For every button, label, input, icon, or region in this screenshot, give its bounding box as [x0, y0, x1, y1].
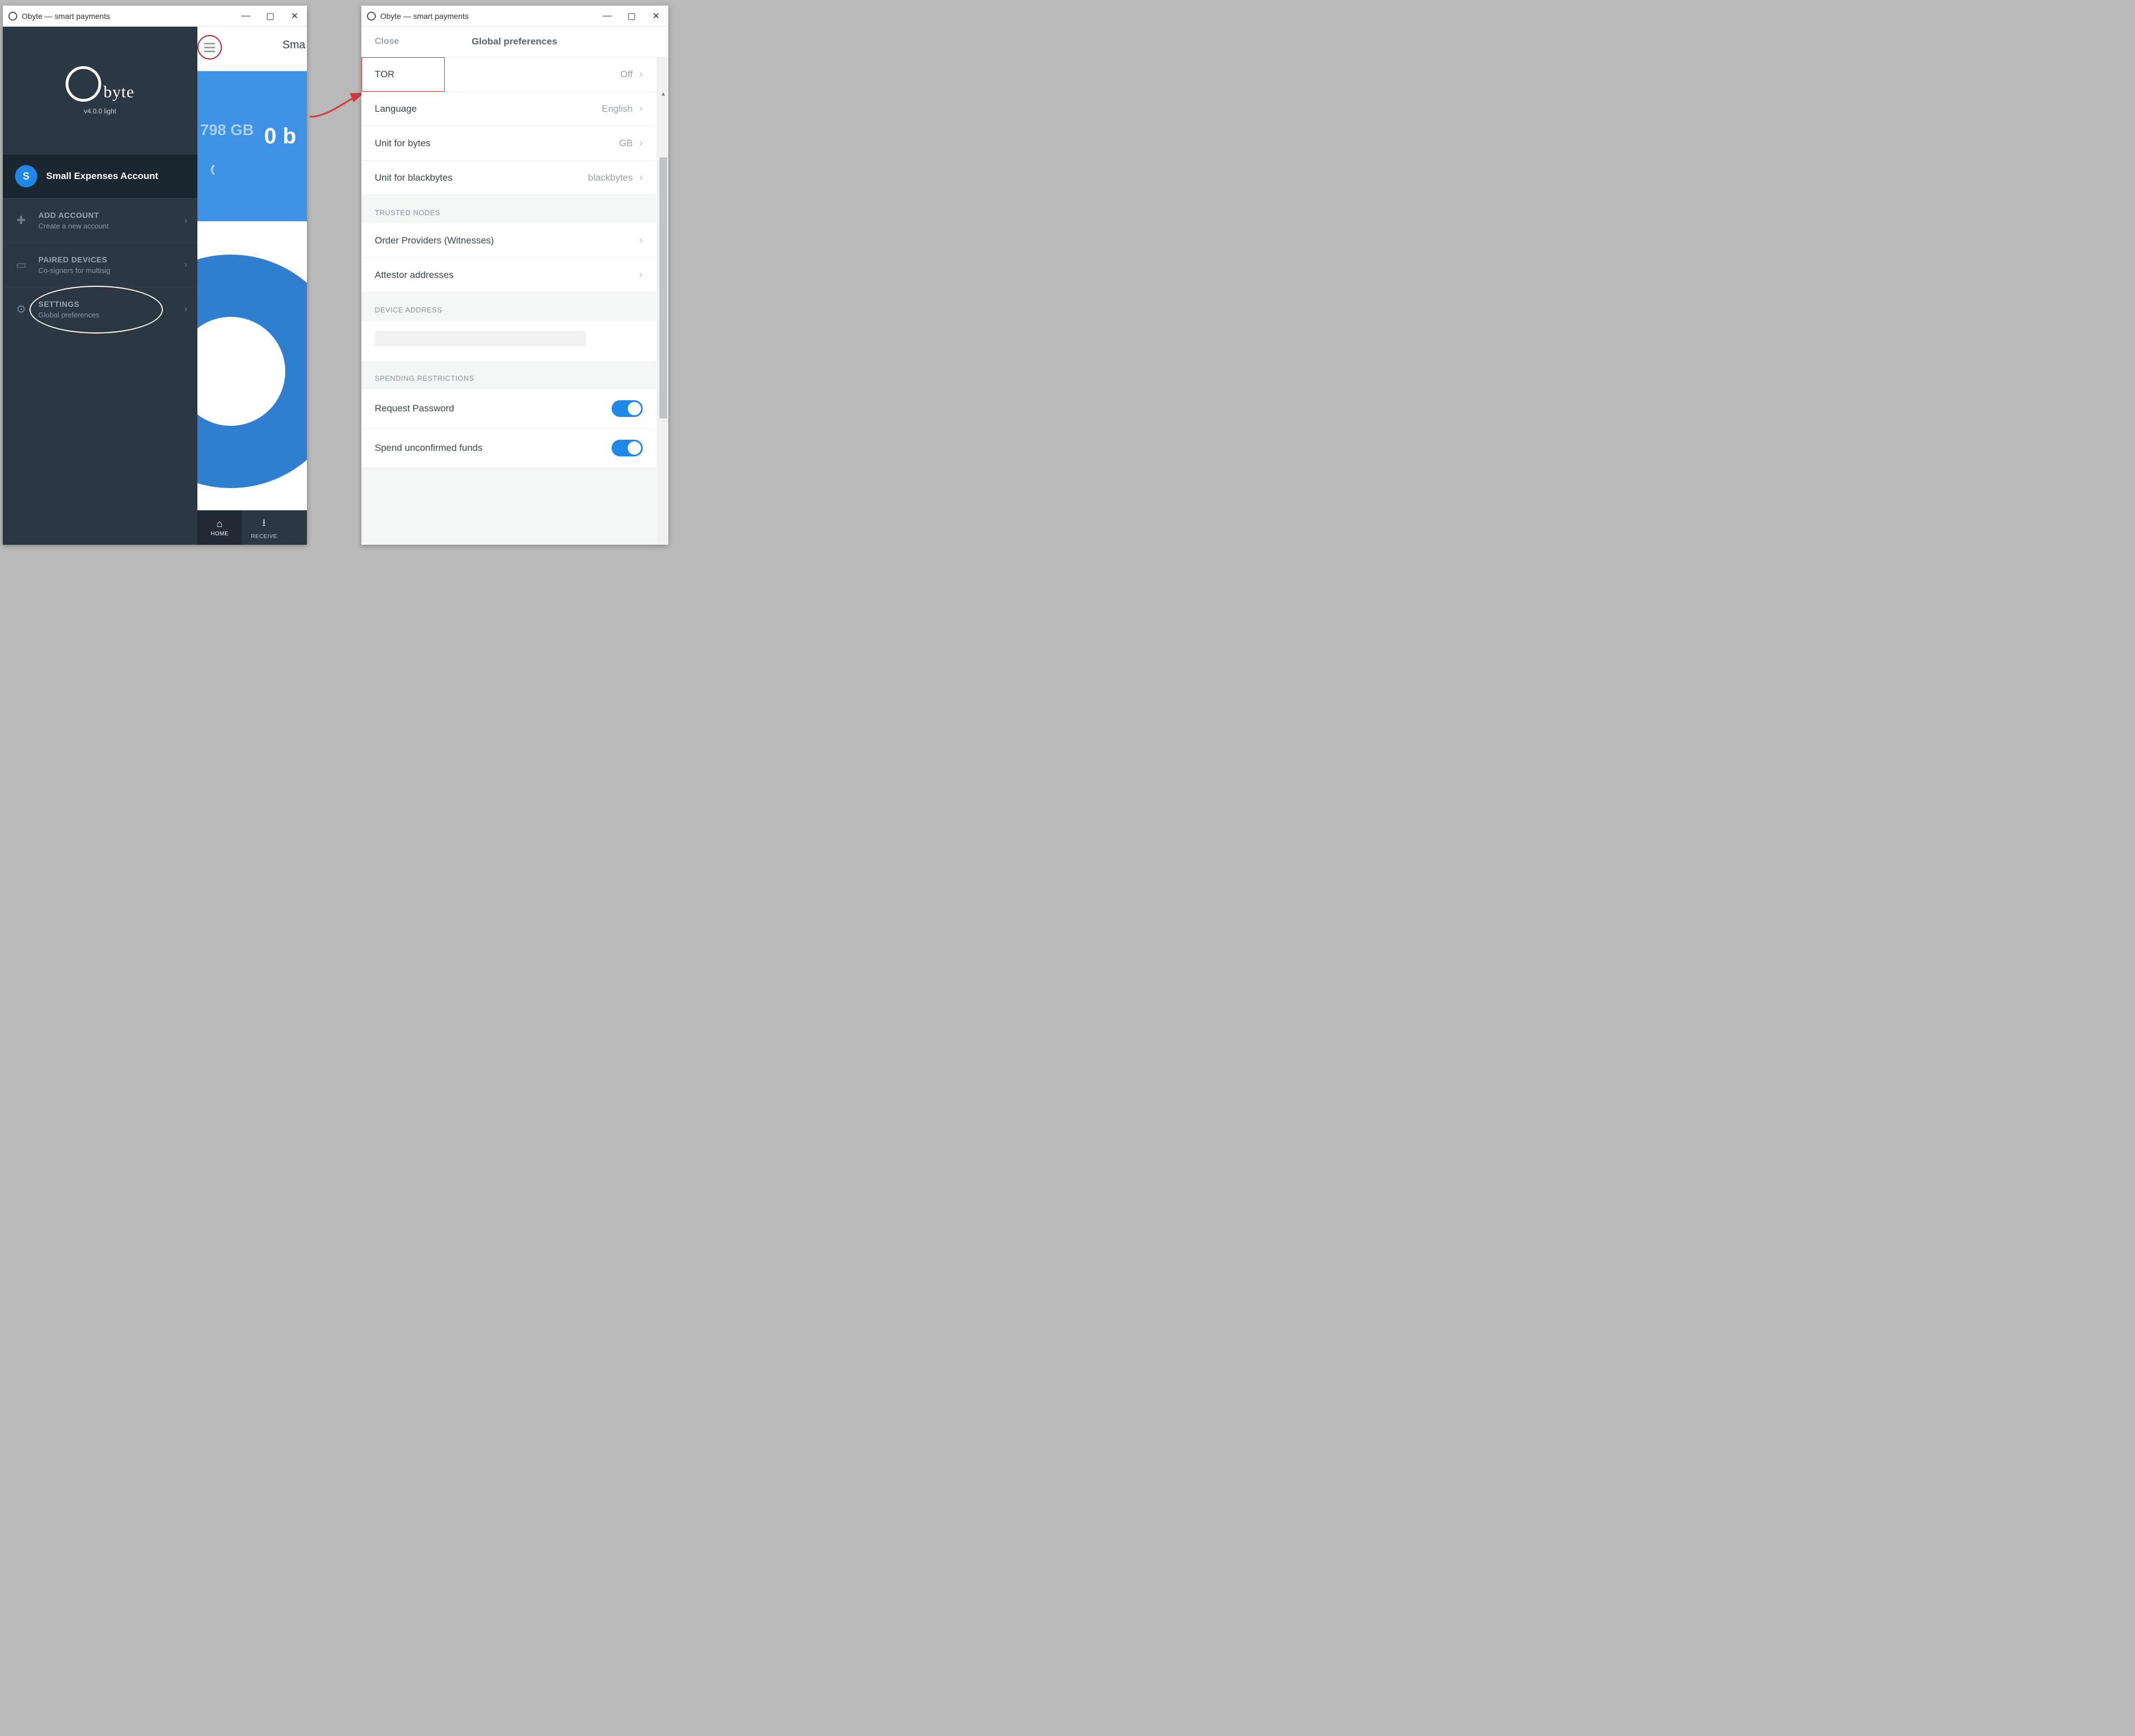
toggle-request-password[interactable]	[612, 400, 643, 417]
chevron-right-icon: ›	[639, 137, 643, 149]
scrollbar-track[interactable]: ▴	[657, 57, 668, 545]
row-attestor-addresses[interactable]: Attestor addresses ›	[361, 258, 656, 292]
account-name: Small Expenses Account	[46, 171, 158, 182]
chevron-left-icon[interactable]: ‹	[210, 155, 215, 182]
balance-zero-b: 0 b	[264, 124, 296, 149]
section-trusted-nodes: TRUSTED NODES	[361, 195, 656, 223]
row-unit-bytes-label: Unit for bytes	[375, 138, 430, 149]
close-link[interactable]: Close	[375, 37, 399, 47]
row-tor[interactable]: TOR Off ›	[361, 57, 656, 92]
row-request-password-label: Request Password	[375, 403, 454, 414]
side-drawer: byte v4.0.0 light S Small Expenses Accou…	[3, 27, 197, 545]
titlebar-left: Obyte — smart payments — ▢ ✕	[3, 6, 307, 27]
maximize-button[interactable]: ▢	[619, 6, 644, 27]
logo-area: byte v4.0.0 light	[3, 27, 197, 155]
toggle-spend-unconfirmed[interactable]	[612, 440, 643, 456]
chevron-right-icon: ›	[639, 68, 643, 80]
download-icon: ⭳	[262, 516, 266, 533]
tab-receive-label: RECEIVE	[251, 534, 277, 540]
window-obyte-preferences: Obyte — smart payments — ▢ ✕ Close Globa…	[361, 6, 668, 545]
plus-icon: ✚	[14, 213, 28, 227]
account-row[interactable]: S Small Expenses Account	[3, 155, 197, 198]
row-attestor-label: Attestor addresses	[375, 270, 454, 281]
menu-add-account-title: ADD ACCOUNT	[38, 211, 108, 220]
obyte-logo-ring	[66, 66, 101, 102]
balance-gb: 798 GB	[200, 121, 254, 139]
minimize-button[interactable]: —	[595, 6, 619, 27]
app-icon	[367, 12, 376, 21]
annotation-arrow	[307, 83, 368, 122]
close-button[interactable]: ✕	[644, 6, 668, 27]
chevron-right-icon: ›	[639, 103, 643, 115]
window-obyte-main: Obyte — smart payments — ▢ ✕ Sma 798 GB …	[3, 6, 307, 545]
window-controls-left: — ▢ ✕	[234, 6, 307, 27]
device-address-block	[361, 321, 656, 361]
row-unit-blackbytes[interactable]: Unit for blackbytes blackbytes ›	[361, 161, 656, 195]
minimize-button[interactable]: —	[234, 6, 258, 27]
menu-add-account[interactable]: ✚ ADD ACCOUNT Create a new account ›	[3, 198, 197, 242]
obyte-logo-text: byte	[103, 83, 135, 102]
account-name-partial: Sma	[282, 39, 305, 52]
tab-home[interactable]: ⌂ HOME	[197, 510, 242, 545]
close-button[interactable]: ✕	[282, 6, 307, 27]
row-order-providers-label: Order Providers (Witnesses)	[375, 235, 494, 246]
section-spending: SPENDING RESTRICTIONS	[361, 361, 656, 389]
home-icon: ⌂	[216, 518, 222, 530]
laptop-icon: ▭	[14, 258, 28, 272]
menu-add-account-sub: Create a new account	[38, 222, 108, 230]
row-language[interactable]: Language English ›	[361, 92, 656, 126]
menu-settings-title: SETTINGS	[38, 300, 100, 309]
row-unit-bytes[interactable]: Unit for bytes GB ›	[361, 126, 656, 161]
chevron-right-icon: ›	[185, 260, 187, 270]
row-unit-blackbytes-label: Unit for blackbytes	[375, 172, 453, 183]
chart-area	[197, 221, 307, 510]
row-tor-label: TOR	[375, 69, 395, 80]
version-label: v4.0.0 light	[84, 107, 116, 115]
tab-receive[interactable]: ⭳ RECEIVE	[242, 510, 286, 545]
row-request-password[interactable]: Request Password	[361, 389, 656, 429]
row-language-value: English	[602, 103, 633, 115]
tab-home-label: HOME	[211, 531, 229, 537]
app-icon	[8, 12, 17, 21]
chevron-right-icon: ›	[639, 269, 643, 281]
menu-settings[interactable]: ⚙ SETTINGS Global preferences ›	[3, 287, 197, 331]
preferences-title: Global preferences	[399, 36, 630, 47]
hamburger-menu-button[interactable]	[197, 35, 222, 59]
titlebar-right: Obyte — smart payments — ▢ ✕	[361, 6, 668, 27]
preferences-body: TOR Off › Language English › Unit for by…	[361, 57, 656, 545]
account-avatar: S	[15, 165, 37, 187]
row-unit-bytes-value: GB	[619, 138, 633, 149]
window-controls-right: — ▢ ✕	[595, 6, 668, 27]
preferences-header: Close Global preferences	[361, 27, 668, 57]
menu-settings-sub: Global preferences	[38, 311, 100, 319]
window-title-right: Obyte — smart payments	[380, 12, 469, 21]
menu-paired-devices[interactable]: ▭ PAIRED DEVICES Co-signers for multisig…	[3, 242, 197, 287]
section-device-address: DEVICE ADDRESS	[361, 292, 656, 321]
chevron-right-icon: ›	[185, 216, 187, 226]
gear-icon: ⚙	[14, 302, 28, 316]
row-order-providers[interactable]: Order Providers (Witnesses) ›	[361, 223, 656, 258]
row-spend-unconfirmed[interactable]: Spend unconfirmed funds	[361, 429, 656, 468]
menu-paired-title: PAIRED DEVICES	[38, 255, 110, 264]
row-spend-unconfirmed-label: Spend unconfirmed funds	[375, 442, 483, 454]
hamburger-icon	[204, 43, 215, 52]
bottom-nav: ⌂ HOME ⭳ RECEIVE	[197, 510, 307, 545]
chevron-right-icon: ›	[639, 172, 643, 183]
menu-paired-sub: Co-signers for multisig	[38, 266, 110, 275]
balance-banner: 798 GB 0 b ‹	[197, 71, 307, 221]
maximize-button[interactable]: ▢	[258, 6, 282, 27]
row-unit-blackbytes-value: blackbytes	[588, 172, 633, 183]
window-title-left: Obyte — smart payments	[22, 12, 110, 21]
scroll-up-icon[interactable]: ▴	[659, 89, 667, 97]
row-language-label: Language	[375, 103, 417, 115]
row-tor-value: Off	[620, 69, 633, 80]
chevron-right-icon: ›	[639, 235, 643, 246]
scrollbar-thumb[interactable]	[659, 157, 667, 419]
chevron-right-icon: ›	[185, 305, 187, 315]
device-address-masked	[375, 331, 586, 346]
